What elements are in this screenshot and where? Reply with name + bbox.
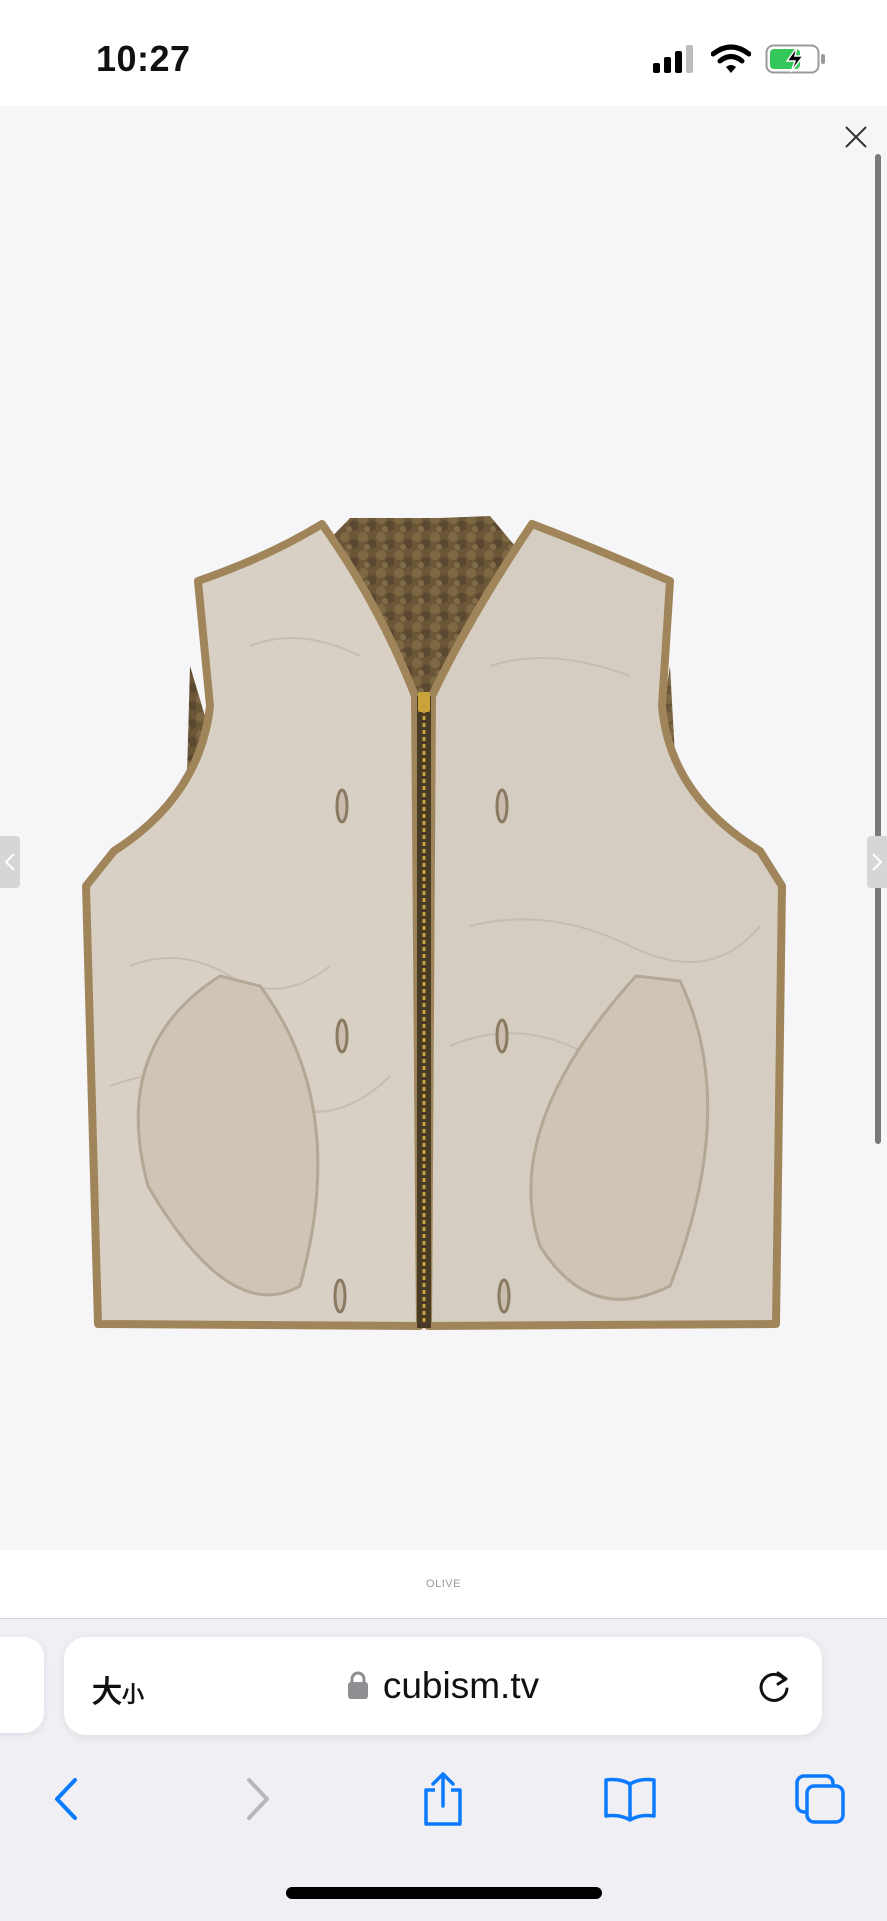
chevron-right-icon xyxy=(872,853,883,871)
forward-button[interactable] xyxy=(228,1769,288,1829)
wifi-icon xyxy=(711,44,751,73)
image-caption: OLIVE xyxy=(426,1578,461,1590)
previous-image-button[interactable] xyxy=(0,836,20,888)
share-icon xyxy=(424,1772,462,1826)
url-text: cubism.tv xyxy=(382,1665,540,1706)
browser-toolbar xyxy=(0,1759,887,1859)
caption-bar: OLIVE xyxy=(0,1550,887,1618)
close-icon xyxy=(845,126,867,148)
next-image-button[interactable] xyxy=(867,836,887,888)
back-icon xyxy=(55,1778,77,1820)
forward-icon xyxy=(247,1778,269,1820)
close-button[interactable] xyxy=(839,120,873,154)
bookmarks-button[interactable] xyxy=(600,1769,660,1829)
chevron-left-icon xyxy=(4,853,15,871)
tabs-button[interactable] xyxy=(790,1769,850,1829)
scrollbar[interactable] xyxy=(875,154,881,1144)
product-image xyxy=(82,516,786,1330)
tabs-icon xyxy=(795,1774,845,1824)
status-bar: 10:27 xyxy=(0,0,887,106)
back-button[interactable] xyxy=(36,1769,96,1829)
status-icons xyxy=(653,42,827,76)
browser-chrome: 大小 cubism.tv xyxy=(0,1618,887,1921)
reload-icon[interactable] xyxy=(754,1667,794,1707)
bookmarks-icon xyxy=(604,1777,656,1822)
lock-icon xyxy=(347,1671,368,1699)
home-indicator[interactable] xyxy=(286,1887,602,1899)
status-time: 10:27 xyxy=(96,38,191,79)
previous-tab-card[interactable] xyxy=(0,1637,44,1733)
image-viewer xyxy=(0,106,887,1550)
cellular-signal-icon xyxy=(653,45,693,73)
share-button[interactable] xyxy=(413,1769,473,1829)
battery-charging-icon xyxy=(765,44,825,74)
address-bar[interactable]: 大小 cubism.tv xyxy=(64,1637,822,1735)
url-display[interactable]: cubism.tv xyxy=(64,1665,822,1707)
